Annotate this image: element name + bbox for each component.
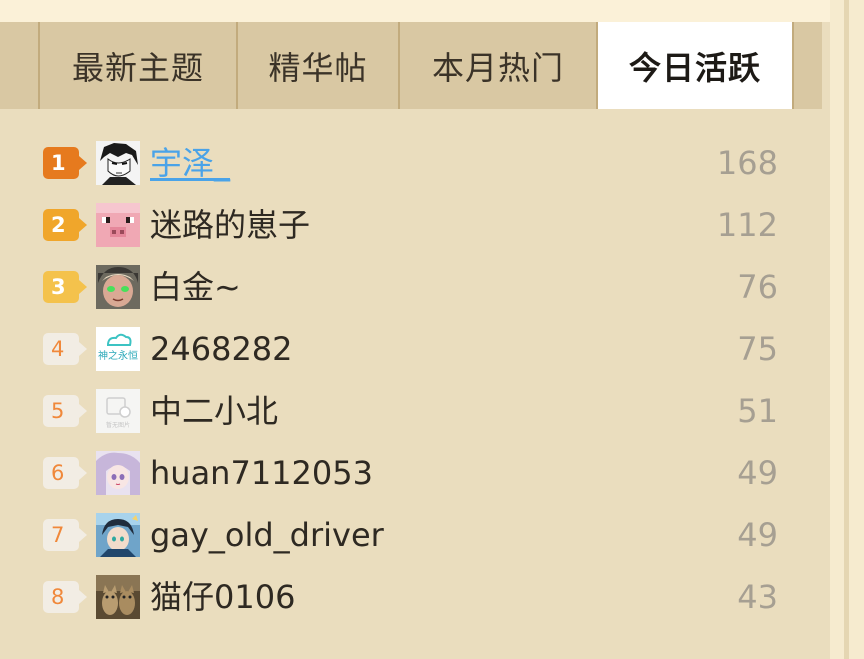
ranking-row: 5 暂无图片 中二小北 51 (0, 387, 822, 435)
username[interactable]: huan7112053 (150, 449, 373, 497)
username[interactable]: 迷路的崽子 (150, 201, 310, 249)
ranking-row: 4 神之永恒 2468282 75 (0, 325, 822, 373)
activity-count: 43 (737, 578, 778, 616)
activity-count: 49 (737, 454, 778, 492)
page-scroll-rail (830, 0, 864, 659)
ranking-row: 1 宇泽_ 168 (0, 139, 822, 187)
username-link[interactable]: 宇泽_ (150, 139, 230, 187)
activity-count: 75 (737, 330, 778, 368)
tab-monthly-hot[interactable]: 本月热门 (400, 22, 598, 109)
username[interactable]: gay_old_driver (150, 511, 384, 559)
cloud-logo-text: 神之永恒 (98, 349, 138, 362)
username[interactable]: 中二小北 (150, 387, 278, 435)
manga-boy-avatar[interactable] (96, 141, 140, 185)
default-avatar[interactable]: 暂无图片 (96, 389, 140, 433)
username[interactable]: 白金~ (150, 263, 241, 311)
rank-badge: 7 (43, 519, 87, 551)
rank-badge: 8 (43, 581, 87, 613)
tab-bar: 最新主题 精华帖 本月热门 今日活跃 (0, 22, 822, 109)
default-avatar-text: 暂无图片 (106, 421, 130, 429)
tab-latest-topics[interactable]: 最新主题 (40, 22, 238, 109)
anime-girl-avatar[interactable] (96, 451, 140, 495)
ranking-row: 6 huan7112053 49 (0, 449, 822, 497)
cats-avatar[interactable] (96, 575, 140, 619)
rank-badge: 4 (43, 333, 87, 365)
activity-count: 76 (737, 268, 778, 306)
username[interactable]: 2468282 (150, 325, 293, 373)
cloud-logo-avatar[interactable]: 神之永恒 (96, 327, 140, 371)
activity-count: 51 (737, 392, 778, 430)
ranking-row: 2 迷路的崽子 112 (0, 201, 822, 249)
rank-badge: 6 (43, 457, 87, 489)
anime-boy-avatar[interactable] (96, 513, 140, 557)
ranking-row: 3 白金~ 76 (0, 263, 822, 311)
ranking-row: 8 猫仔0106 43 (0, 573, 822, 621)
activity-count: 168 (716, 144, 778, 182)
rank-badge: 3 (43, 271, 87, 303)
activity-count: 49 (737, 516, 778, 554)
ranking-row: 7 gay_old_driver 49 (0, 511, 822, 559)
tab-bar-spacer (0, 22, 40, 109)
activity-count: 112 (716, 206, 778, 244)
active-users-panel: 最新主题 精华帖 本月热门 今日活跃 1 宇泽_ 168 2 迷路的崽子 112… (0, 22, 830, 659)
rank-badge: 5 (43, 395, 87, 427)
tab-featured-posts[interactable]: 精华帖 (238, 22, 400, 109)
rank-badge: 2 (43, 209, 87, 241)
tab-today-active[interactable]: 今日活跃 (598, 22, 794, 109)
username[interactable]: 猫仔0106 (150, 573, 295, 621)
green-eyes-avatar[interactable] (96, 265, 140, 309)
rank-badge: 1 (43, 147, 87, 179)
pig-avatar[interactable] (96, 203, 140, 247)
